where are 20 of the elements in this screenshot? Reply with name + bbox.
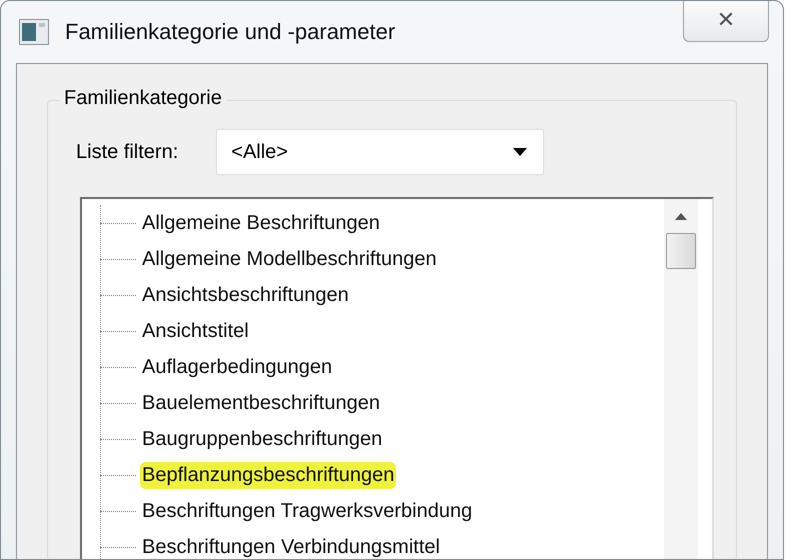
tree-item[interactable]: Allgemeine Modellbeschriftungen bbox=[140, 246, 439, 272]
caret-icon bbox=[513, 148, 528, 156]
scroll-thumb[interactable] bbox=[666, 233, 696, 269]
tree-item[interactable]: Auflagerbedingungen bbox=[140, 354, 334, 380]
scroll-up-icon[interactable] bbox=[675, 213, 687, 223]
tree-item[interactable]: Beschriftungen Verbindungsmittel bbox=[140, 534, 442, 559]
close-button[interactable]: ✕ bbox=[683, 1, 769, 42]
tree-item[interactable]: Bauelementbeschriftungen bbox=[140, 390, 382, 416]
tree-item[interactable]: Ansichtstitel bbox=[140, 318, 251, 344]
scrollbar[interactable] bbox=[664, 199, 698, 559]
group-label: Familienkategorie bbox=[60, 87, 226, 110]
window-title: Familienkategorie und -parameter bbox=[65, 19, 396, 45]
tree-item[interactable]: Baugruppenbeschriftungen bbox=[140, 426, 384, 452]
filter-dropdown[interactable]: <Alle> bbox=[216, 129, 544, 175]
tree-item[interactable]: Allgemeine Beschriftungen bbox=[140, 210, 382, 236]
tree-item[interactable]: Beschriftungen Tragwerksverbindung bbox=[140, 498, 474, 524]
filter-label: Liste filtern: bbox=[76, 140, 178, 164]
tree-item[interactable]: Bepflanzungsbeschriftungen bbox=[140, 462, 396, 488]
tree-item[interactable]: Ansichtsbeschriftungen bbox=[140, 282, 351, 308]
window-icon bbox=[19, 19, 49, 45]
